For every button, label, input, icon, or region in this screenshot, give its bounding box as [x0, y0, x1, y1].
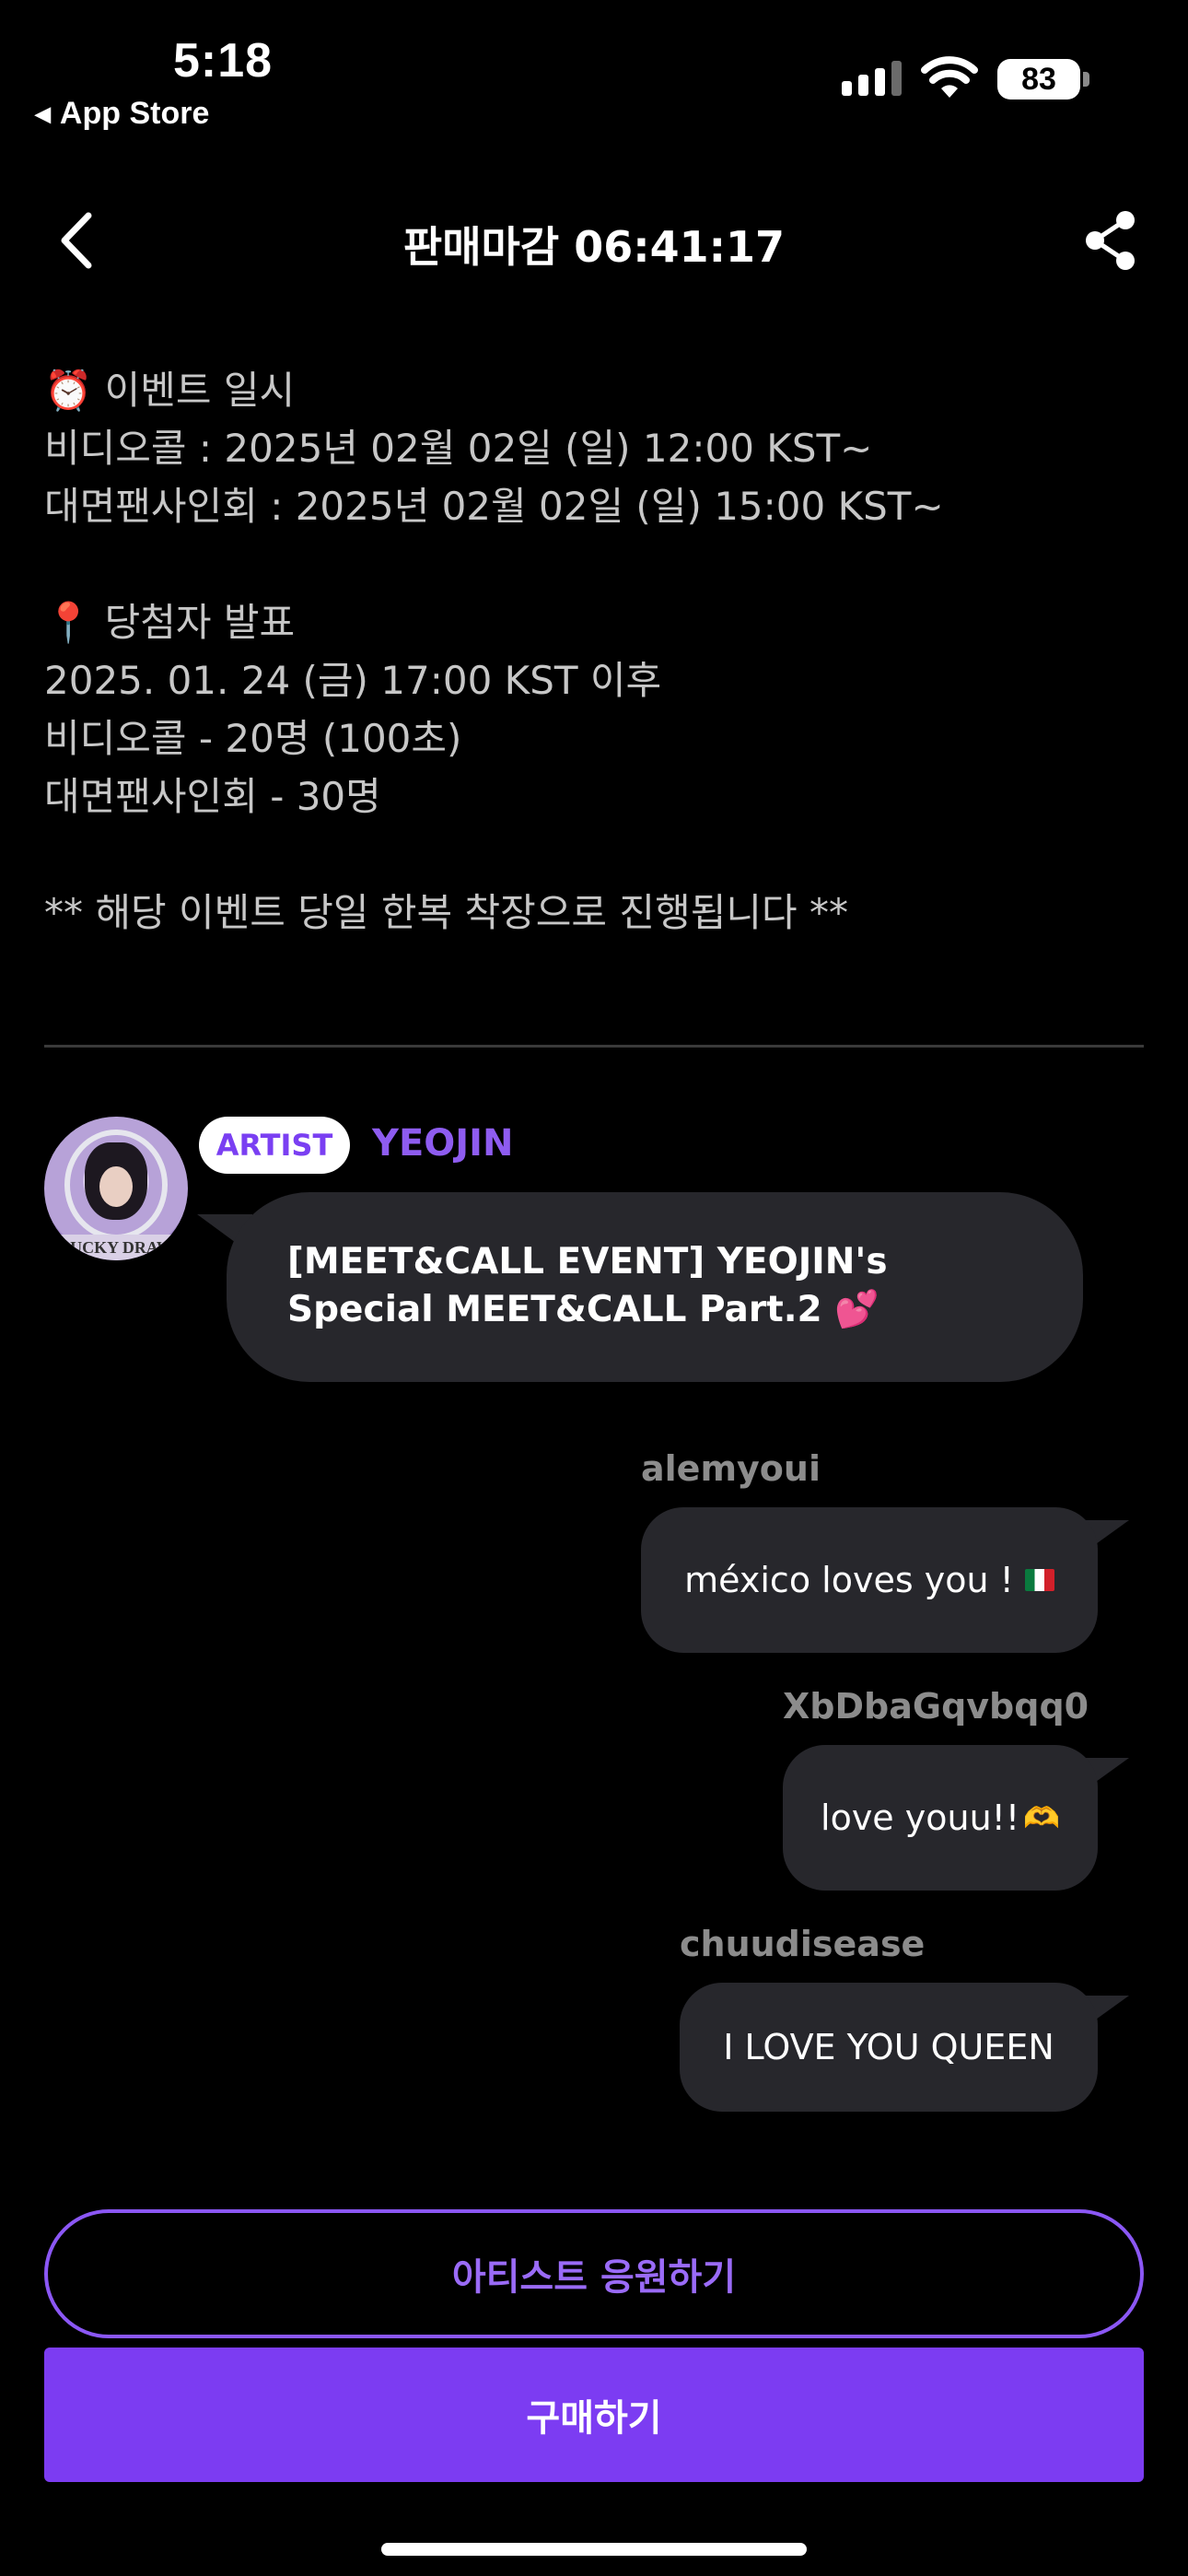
- back-triangle-icon: ◀: [35, 101, 51, 125]
- fan-message-text: I LOVE YOU QUEEN: [723, 2027, 1054, 2067]
- desc-line: ⏰ 이벤트 일시: [44, 368, 296, 413]
- desc-line: 대면팬사인회 : 2025년 02월 02일 (일) 15:00 KST~: [44, 484, 944, 529]
- desc-blank-line: [44, 535, 1149, 593]
- buy-button[interactable]: 구매하기: [44, 2348, 1144, 2482]
- avatar-caption: LUCKY DRAW: [44, 1235, 188, 1260]
- fan-username: chuudisease: [680, 1924, 926, 1964]
- artist-avatar[interactable]: LUCKY DRAW: [44, 1117, 188, 1260]
- share-icon[interactable]: [1083, 210, 1138, 271]
- battery-icon: 83: [997, 59, 1080, 100]
- status-time: 5:18: [173, 34, 274, 88]
- cellular-signal-icon: [842, 61, 902, 96]
- artist-message-text: [MEET&CALL EVENT] YEOJIN's Special MEET&…: [287, 1241, 888, 1330]
- desc-line: 2025. 01. 24 (금) 17:00 KST 이후: [44, 658, 662, 703]
- fan-message-bubble: love youu!! 🫶: [783, 1745, 1098, 1891]
- fan-message-text: méxico loves you !: [684, 1560, 1014, 1600]
- desc-line: 📍 당첨자 발표: [44, 600, 296, 645]
- back-to-app-store[interactable]: ◀ App Store: [35, 96, 209, 132]
- desc-line: 비디오콜 - 20명 (100초): [44, 716, 462, 761]
- heart-hands-icon: 🫶: [1023, 1800, 1060, 1835]
- battery-nub: [1083, 72, 1089, 87]
- wifi-icon: [921, 56, 978, 98]
- avatar-portrait: [85, 1142, 147, 1220]
- home-indicator[interactable]: [381, 2543, 807, 2556]
- desc-blank-line: [44, 825, 1149, 884]
- support-artist-button[interactable]: 아티스트 응원하기: [44, 2209, 1144, 2338]
- fan-message-text: love youu!!: [821, 1797, 1020, 1838]
- page-title: 판매마감 06:41:17: [402, 222, 786, 272]
- fan-message-bubble: I LOVE YOU QUEEN: [680, 1983, 1098, 2112]
- desc-line: 비디오콜 : 2025년 02월 02일 (일) 12:00 KST~: [44, 426, 873, 471]
- desc-line: 대면팬사인회 - 30명: [44, 774, 381, 819]
- desc-line: ** 해당 이벤트 당일 한복 착장으로 진행됩니다 **: [44, 890, 848, 935]
- section-divider: [44, 1045, 1144, 1048]
- event-description: ⏰ 이벤트 일시 비디오콜 : 2025년 02월 02일 (일) 12:00 …: [44, 361, 1149, 942]
- fan-username: XbDbaGqvbqq0: [783, 1686, 1089, 1727]
- back-app-label: App Store: [59, 96, 210, 131]
- battery-level: 83: [1021, 61, 1056, 97]
- fan-message-bubble: méxico loves you !: [641, 1507, 1098, 1653]
- artist-name: YEOJIN: [372, 1122, 514, 1165]
- mexico-flag-icon: [1024, 1569, 1054, 1591]
- fan-username: alemyoui: [641, 1448, 821, 1489]
- artist-badge: ARTIST: [199, 1117, 350, 1174]
